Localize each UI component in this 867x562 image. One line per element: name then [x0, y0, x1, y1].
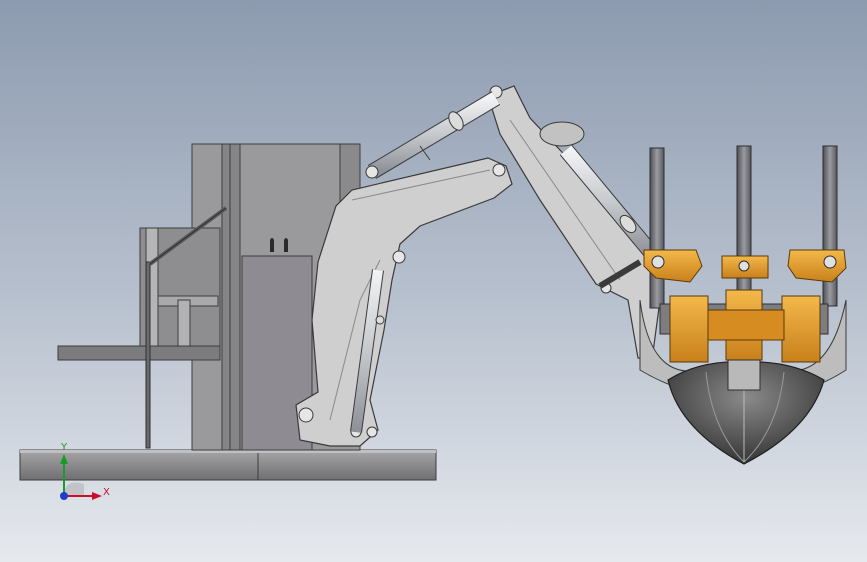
- axis-triad: Y X: [40, 436, 120, 506]
- excavator-model-view[interactable]: [0, 0, 867, 562]
- cad-viewport[interactable]: Y X: [0, 0, 867, 562]
- y-axis-label: Y: [61, 442, 68, 453]
- x-axis-label: X: [103, 487, 110, 498]
- orange-brackets: [643, 249, 847, 363]
- spade-blades: [667, 359, 825, 465]
